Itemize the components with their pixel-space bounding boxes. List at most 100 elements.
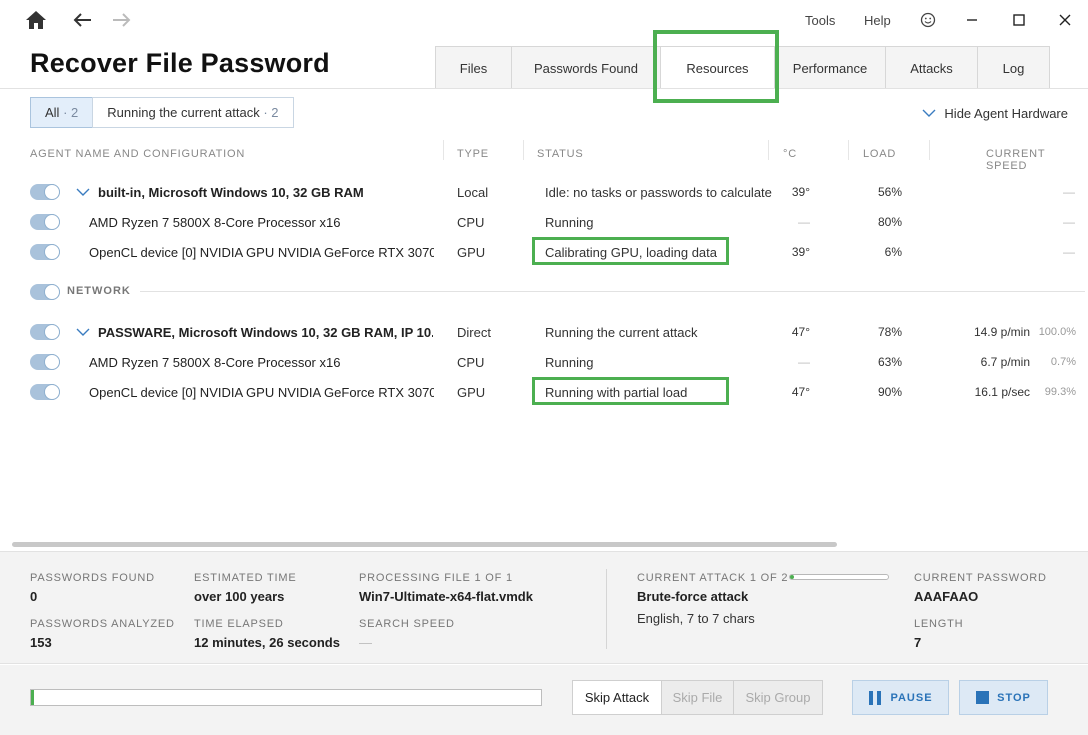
- menu-tools[interactable]: Tools: [805, 13, 835, 28]
- device-name: OpenCL device [0] NVIDIA GPU NVIDIA GeFo…: [89, 384, 434, 400]
- agent-enable-toggle[interactable]: [30, 317, 60, 347]
- filter-all-count: · 2: [63, 105, 79, 120]
- col-load-header[interactable]: LOAD: [863, 148, 896, 160]
- scrollbar-thumb[interactable]: [12, 542, 837, 547]
- attack-progress-fill: [790, 575, 794, 579]
- stop-label: STOP: [997, 691, 1031, 704]
- tab-performance[interactable]: Performance: [774, 46, 886, 89]
- agent-status: Idle: no tasks or passwords to calculate: [545, 184, 772, 200]
- agent-load: 56%: [877, 185, 902, 199]
- back-arrow-icon[interactable]: [70, 8, 94, 32]
- col-status-header[interactable]: STATUS: [537, 148, 584, 160]
- home-icon[interactable]: [24, 8, 48, 32]
- device-name: AMD Ryzen 7 5800X 8-Core Processor x16: [89, 354, 341, 370]
- processing-file-label: PROCESSING FILE 1 OF 1: [359, 572, 513, 584]
- search-speed-value: —: [359, 635, 372, 650]
- filter-running-button[interactable]: Running the current attack · 2: [92, 97, 294, 128]
- col-temp-header[interactable]: °C: [783, 148, 797, 160]
- tab-files[interactable]: Files: [435, 46, 512, 89]
- estimated-time-label: ESTIMATED TIME: [194, 572, 297, 584]
- resources-tab-highlight: [653, 30, 779, 103]
- search-speed-label: SEARCH SPEED: [359, 618, 455, 630]
- passwords-found-label: PASSWORDS FOUND: [30, 572, 155, 584]
- forward-arrow-icon[interactable]: [110, 8, 134, 32]
- length-label: LENGTH: [914, 618, 964, 630]
- minimize-icon[interactable]: [960, 8, 984, 32]
- overall-progress-fill: [31, 690, 34, 705]
- device-name: AMD Ryzen 7 5800X 8-Core Processor x16: [89, 214, 341, 230]
- chevron-down-icon[interactable]: [76, 177, 90, 207]
- smiley-feedback-icon[interactable]: [916, 8, 940, 32]
- agent-status: Running the current attack: [545, 324, 698, 340]
- stats-panel: PASSWORDS FOUND 0 PASSWORDS ANALYZED 153…: [0, 551, 1088, 664]
- stats-divider: [606, 569, 607, 649]
- close-icon[interactable]: [1053, 8, 1077, 32]
- device-speed: 16.1 p/sec: [974, 385, 1030, 399]
- device-enable-toggle[interactable]: [30, 377, 60, 407]
- agent-device-row[interactable]: AMD Ryzen 7 5800X 8-Core Processor x16 C…: [0, 207, 1088, 237]
- stop-button[interactable]: STOP: [959, 680, 1048, 715]
- bottom-bar: Skip Attack Skip File Skip Group PAUSE S…: [0, 665, 1088, 735]
- device-speed: —: [1063, 215, 1075, 229]
- col-separator: [523, 140, 524, 160]
- filter-running-count: · 2: [263, 105, 279, 120]
- device-enable-toggle[interactable]: [30, 237, 60, 267]
- processing-file-value: Win7-Ultimate-x64-flat.vmdk: [359, 589, 533, 604]
- device-speed: 6.7 p/min: [980, 355, 1030, 369]
- agent-enable-toggle[interactable]: [30, 177, 60, 207]
- chevron-down-icon: [922, 109, 936, 117]
- agent-row[interactable]: PASSWARE, Microsoft Windows 10, 32 GB RA…: [0, 317, 1088, 347]
- device-enable-toggle[interactable]: [30, 207, 60, 237]
- estimated-time-value: over 100 years: [194, 589, 285, 604]
- passwords-analyzed-label: PASSWORDS ANALYZED: [30, 618, 175, 630]
- passwords-analyzed-value: 153: [30, 635, 52, 650]
- agent-temp: 47°: [791, 325, 810, 339]
- pause-icon: [869, 690, 882, 705]
- current-password-label: CURRENT PASSWORD: [914, 572, 1047, 584]
- device-enable-toggle[interactable]: [30, 347, 60, 377]
- col-separator: [768, 140, 769, 160]
- col-agent-header[interactable]: AGENT NAME AND CONFIGURATION: [30, 148, 245, 160]
- time-elapsed-label: TIME ELAPSED: [194, 618, 284, 630]
- col-separator: [848, 140, 849, 160]
- hide-agent-hardware-label: Hide Agent Hardware: [944, 106, 1068, 121]
- chevron-down-icon[interactable]: [76, 317, 90, 347]
- device-load: 6%: [884, 245, 902, 259]
- pause-label: PAUSE: [890, 691, 933, 704]
- skip-file-button[interactable]: Skip File: [661, 680, 734, 715]
- device-speed: —: [1063, 245, 1075, 259]
- header-divider: [0, 88, 1088, 89]
- skip-attack-button[interactable]: Skip Attack: [572, 680, 662, 715]
- maximize-icon[interactable]: [1007, 8, 1031, 32]
- current-attack-value: Brute-force attack: [637, 589, 749, 604]
- device-temp: —: [798, 215, 810, 229]
- device-load: 63%: [877, 355, 902, 369]
- agent-share: 100.0%: [1038, 326, 1076, 338]
- device-type: GPU: [457, 244, 486, 260]
- agent-device-row[interactable]: AMD Ryzen 7 5800X 8-Core Processor x16 C…: [0, 347, 1088, 377]
- skip-group-button[interactable]: Skip Group: [733, 680, 823, 715]
- device-name: OpenCL device [0] NVIDIA GPU NVIDIA GeFo…: [89, 244, 434, 260]
- network-enable-toggle[interactable]: [30, 284, 60, 300]
- stop-icon: [976, 691, 990, 704]
- filter-all-button[interactable]: All · 2: [30, 97, 94, 128]
- col-type-header[interactable]: TYPE: [457, 148, 489, 160]
- tab-log[interactable]: Log: [977, 46, 1050, 89]
- agent-load: 78%: [877, 325, 902, 339]
- agent-row[interactable]: built-in, Microsoft Windows 10, 32 GB RA…: [0, 177, 1088, 207]
- tab-attacks[interactable]: Attacks: [885, 46, 978, 89]
- network-divider: [140, 291, 1085, 292]
- pause-button[interactable]: PAUSE: [852, 680, 949, 715]
- device-type: CPU: [457, 214, 485, 230]
- network-section-label: NETWORK: [67, 285, 131, 297]
- app-title: Recover File Password: [30, 48, 330, 78]
- current-attack-detail: English, 7 to 7 chars: [637, 611, 755, 626]
- menu-help[interactable]: Help: [864, 13, 891, 28]
- device-status: Running: [545, 214, 594, 230]
- device-share: 0.7%: [1050, 356, 1076, 368]
- hide-agent-hardware-toggle[interactable]: Hide Agent Hardware: [922, 106, 1068, 121]
- device-load: 80%: [877, 215, 902, 229]
- tab-passwords-found[interactable]: Passwords Found: [511, 46, 661, 89]
- col-speed-header[interactable]: CURRENT SPEED: [986, 148, 1088, 172]
- device-temp: 47°: [791, 385, 810, 399]
